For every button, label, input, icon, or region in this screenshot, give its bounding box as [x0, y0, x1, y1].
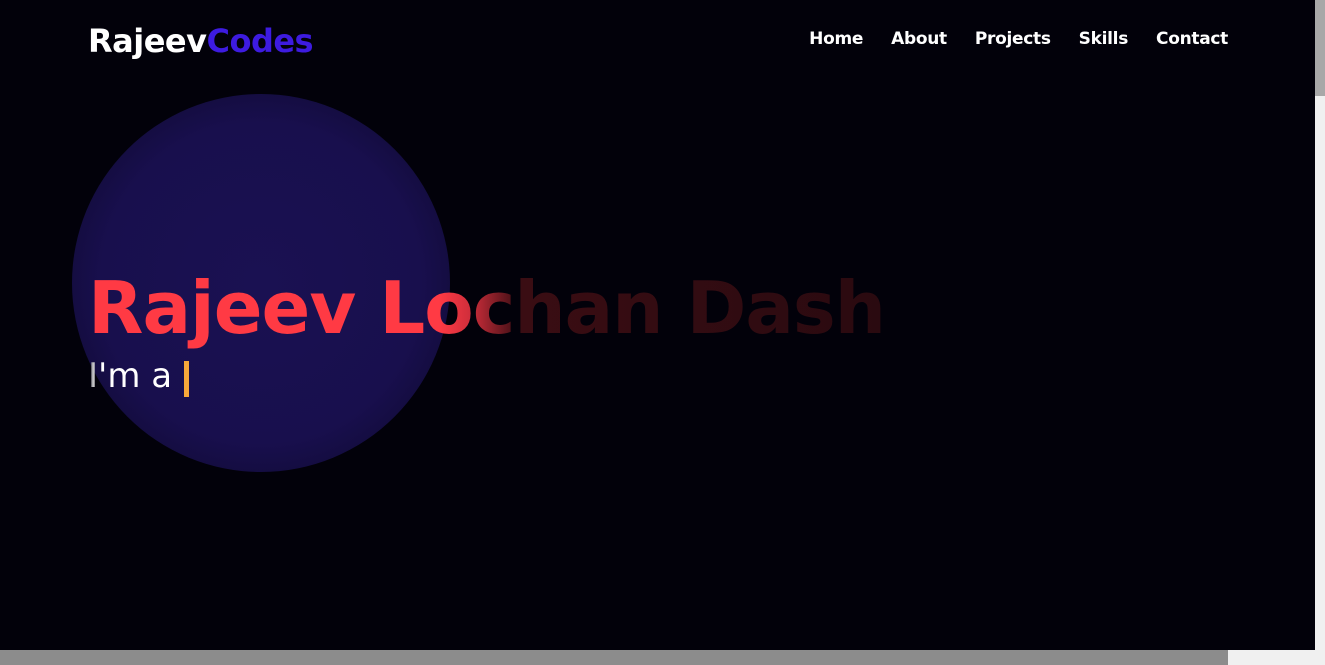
hero-subtitle: I'm a: [88, 352, 172, 400]
hero-name: Rajeev Lochan Dash: [88, 266, 886, 350]
page-viewport: RajeevCodes Home About Projects Skills C…: [0, 0, 1315, 650]
nav-link-about[interactable]: About: [891, 29, 947, 49]
typing-cursor: [184, 361, 189, 397]
nav-link-home[interactable]: Home: [809, 29, 863, 49]
vertical-scrollbar-thumb[interactable]: [1315, 0, 1325, 96]
horizontal-scrollbar[interactable]: [0, 650, 1315, 665]
logo-first: Rajeev: [88, 22, 207, 60]
vertical-scrollbar[interactable]: [1315, 0, 1325, 650]
horizontal-scrollbar-thumb[interactable]: [0, 650, 1228, 665]
nav-link-skills[interactable]: Skills: [1079, 29, 1129, 49]
nav-links: Home About Projects Skills Contact: [809, 29, 1228, 49]
nav-link-contact[interactable]: Contact: [1156, 29, 1228, 49]
nav-link-projects[interactable]: Projects: [975, 29, 1051, 49]
logo-second: Codes: [206, 22, 314, 60]
logo[interactable]: RajeevCodes: [88, 20, 314, 62]
navbar: RajeevCodes Home About Projects Skills C…: [0, 0, 1315, 82]
